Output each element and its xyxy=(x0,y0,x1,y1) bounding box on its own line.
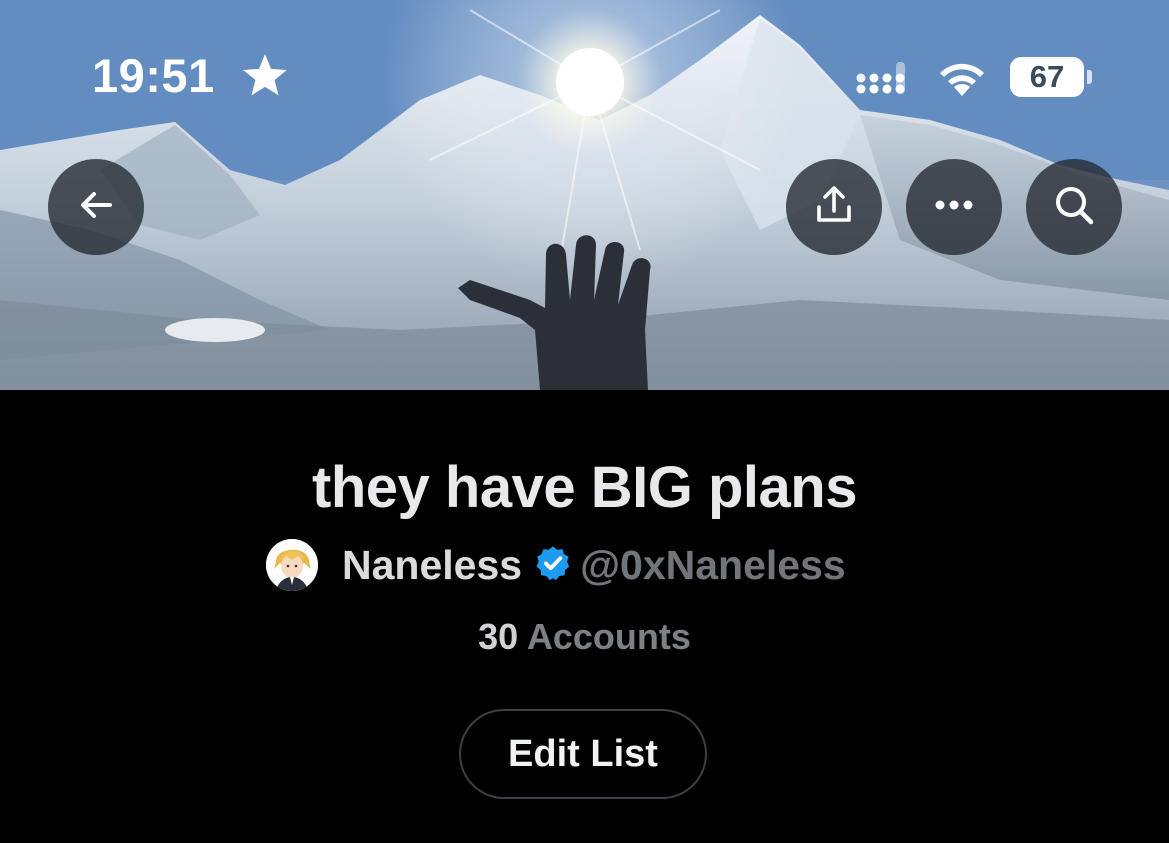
member-count[interactable]: 30 Accounts xyxy=(0,616,1169,658)
list-owner[interactable]: Naneless @0xNaneless xyxy=(266,538,846,592)
back-arrow-icon xyxy=(76,185,116,230)
share-button[interactable] xyxy=(786,159,882,255)
status-bar: 19:51 67 xyxy=(0,0,1169,150)
owner-handle[interactable]: @0xNaneless xyxy=(580,542,846,589)
edit-list-button[interactable]: Edit List xyxy=(459,709,707,799)
star-icon xyxy=(240,52,290,105)
member-count-label: Accounts xyxy=(526,616,691,657)
wifi-icon xyxy=(934,56,990,103)
list-title: they have BIG plans xyxy=(312,455,857,520)
battery-cap xyxy=(1087,70,1092,84)
owner-name[interactable]: Naneless xyxy=(342,542,522,589)
battery-indicator: 67 xyxy=(1010,57,1084,97)
share-icon xyxy=(812,183,856,232)
search-button[interactable] xyxy=(1026,159,1122,255)
more-icon xyxy=(932,198,976,216)
search-icon xyxy=(1051,182,1097,233)
cellular-signal-icon xyxy=(856,58,914,103)
status-time: 19:51 xyxy=(92,49,215,102)
battery-level: 67 xyxy=(1029,59,1065,94)
verified-badge-icon xyxy=(534,544,572,587)
back-button[interactable] xyxy=(48,159,144,255)
avatar[interactable] xyxy=(266,539,318,591)
more-options-button[interactable] xyxy=(906,159,1002,255)
member-count-value: 30 xyxy=(478,616,519,657)
